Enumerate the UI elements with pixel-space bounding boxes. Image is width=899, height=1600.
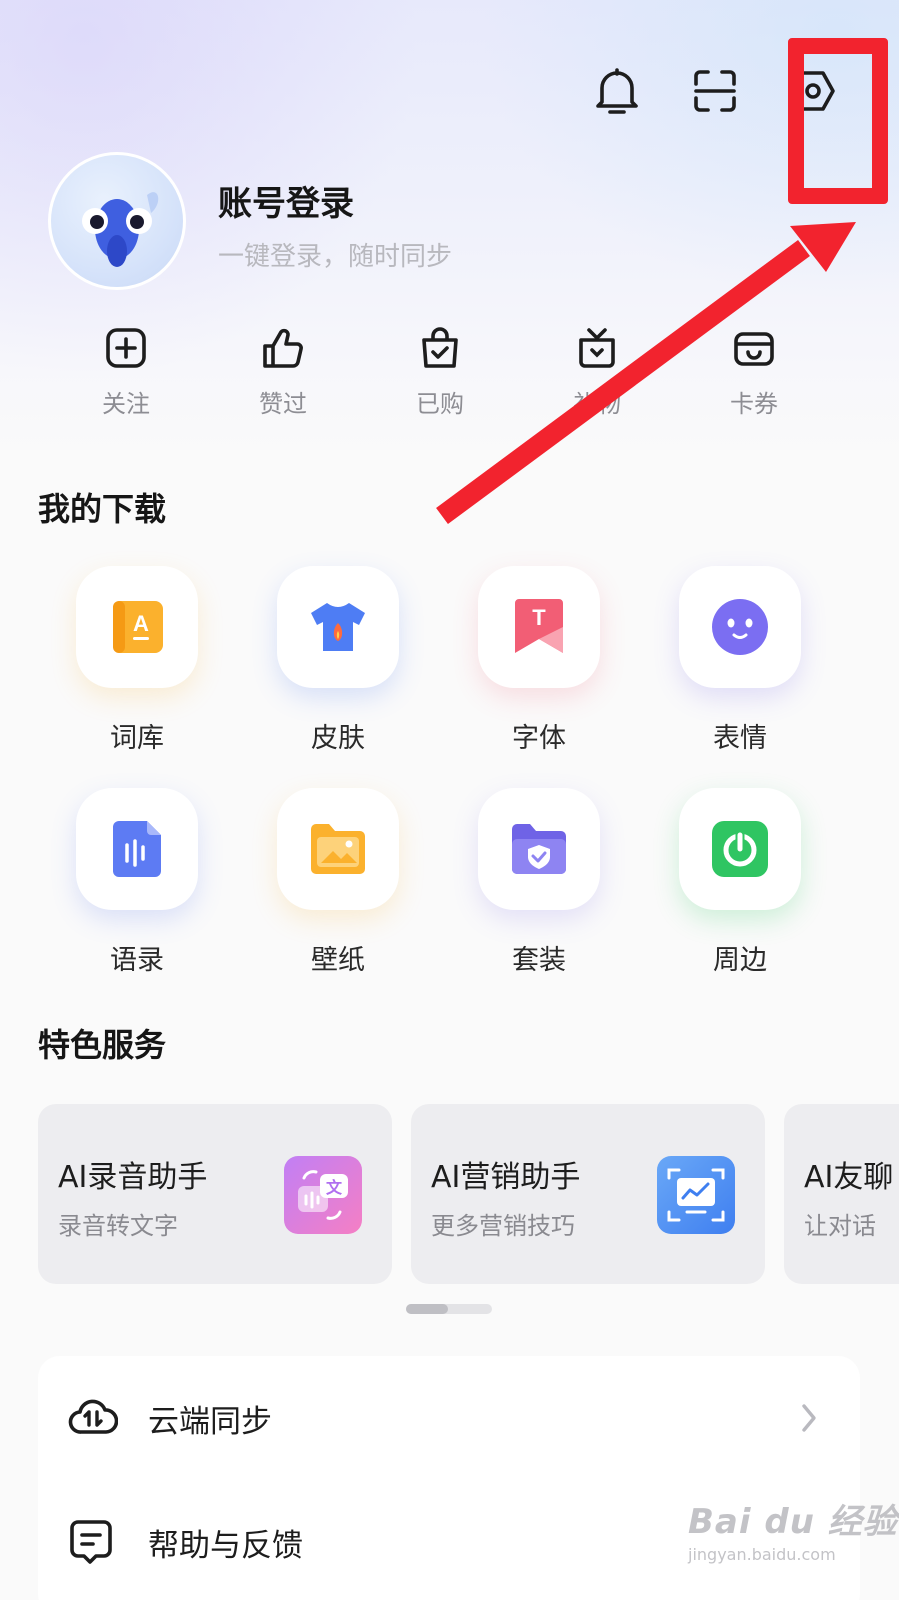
download-label: 周边: [713, 945, 767, 976]
service-subtitle: 更多营销技巧: [431, 1212, 575, 1240]
feedback-message-icon: [70, 1520, 112, 1564]
annotation-arrow-icon: [436, 222, 856, 525]
download-suit[interactable]: 套装: [474, 788, 604, 977]
svg-text:文: 文: [326, 1178, 343, 1197]
quote-audio-icon: [113, 821, 161, 877]
merch-power-icon: [712, 821, 768, 877]
download-label: 表情: [713, 723, 767, 754]
download-label: 套装: [512, 945, 566, 976]
wallpaper-folder-icon: [311, 824, 365, 874]
cloud-sync-icon: [68, 1399, 118, 1434]
download-label: 字体: [512, 723, 566, 754]
service-card-ai-marketing[interactable]: AI营销助手 更多营销技巧: [411, 1104, 765, 1284]
download-quotes[interactable]: 语录: [72, 788, 202, 977]
ai-record-translate-icon: 文: [284, 1156, 362, 1234]
download-label: 壁纸: [311, 945, 365, 976]
baidu-jingyan-watermark: Bai du 经验 jingyan.baidu.com: [688, 1494, 898, 1564]
svg-text:A: A: [133, 611, 149, 636]
carousel-scroll-indicator: [406, 1304, 492, 1314]
font-bookmark-icon: T: [515, 599, 563, 653]
download-label: 皮肤: [311, 723, 365, 754]
skin-shirt-icon: [311, 603, 365, 651]
services-title: 特色服务: [38, 1026, 167, 1064]
download-wallpaper[interactable]: 壁纸: [273, 788, 403, 977]
watermark-logo: Bai du 经验: [688, 1502, 898, 1542]
service-title: AI营销助手: [431, 1160, 581, 1195]
lexicon-book-icon: A: [113, 601, 163, 653]
services-carousel[interactable]: AI录音助手 录音转文字 文 AI营销助手 更多营销技巧 AI友聊 让对话: [38, 1104, 899, 1284]
watermark-url: jingyan.baidu.com: [688, 1545, 836, 1564]
svg-text:T: T: [532, 605, 546, 630]
chevron-right-icon: [802, 1404, 816, 1432]
service-title: AI录音助手: [58, 1160, 208, 1195]
ai-marketing-chart-icon: [657, 1156, 735, 1234]
download-label: 词库: [110, 723, 164, 754]
service-title: AI友聊: [804, 1160, 894, 1195]
download-merch[interactable]: 周边: [675, 788, 805, 977]
service-card-ai-chat[interactable]: AI友聊 让对话: [784, 1104, 899, 1284]
download-label: 语录: [110, 945, 164, 976]
suit-folder-icon: [512, 824, 566, 874]
emoji-face-icon: [712, 599, 768, 655]
list-item-cloud-sync[interactable]: 云端同步: [38, 1356, 860, 1480]
list-item-label: 帮助与反馈: [148, 1528, 303, 1564]
service-subtitle: 录音转文字: [58, 1212, 178, 1240]
list-item-label: 云端同步: [148, 1404, 272, 1440]
service-card-ai-record[interactable]: AI录音助手 录音转文字 文: [38, 1104, 392, 1284]
service-subtitle: 让对话: [804, 1212, 876, 1240]
